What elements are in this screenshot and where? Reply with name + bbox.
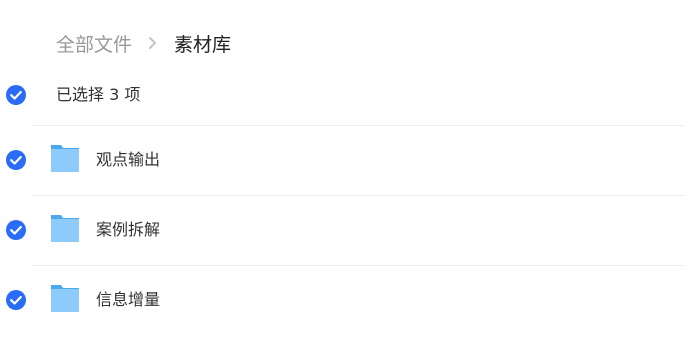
list-item[interactable]: 案例拆解 <box>0 196 684 265</box>
folder-icon <box>50 213 80 243</box>
check-circle-icon <box>6 150 26 170</box>
selection-header: 已选择 3 项 <box>0 71 684 119</box>
check-circle-icon <box>6 85 26 105</box>
breadcrumb: 全部文件 素材库 <box>56 29 231 57</box>
folder-icon <box>50 143 80 173</box>
folder-icon <box>50 283 80 313</box>
row-checkbox[interactable] <box>5 219 27 241</box>
row-checkbox[interactable] <box>5 289 27 311</box>
file-name[interactable]: 案例拆解 <box>96 218 160 242</box>
check-circle-icon <box>6 290 26 310</box>
row-checkbox[interactable] <box>5 149 27 171</box>
breadcrumb-root-link[interactable]: 全部文件 <box>56 30 132 57</box>
selection-count: 已选择 3 项 <box>56 85 141 104</box>
list-item[interactable]: 观点输出 <box>0 126 684 195</box>
file-name[interactable]: 信息增量 <box>96 288 160 312</box>
select-all-checkbox[interactable] <box>5 84 27 106</box>
file-name[interactable]: 观点输出 <box>96 148 160 172</box>
file-browser: 全部文件 素材库 已选择 3 项 观点输出 案例拆解 信息增量 <box>0 0 684 353</box>
breadcrumb-current: 素材库 <box>174 33 232 56</box>
check-circle-icon <box>6 220 26 240</box>
chevron-right-icon <box>140 29 166 57</box>
list-item[interactable]: 信息增量 <box>0 266 684 335</box>
